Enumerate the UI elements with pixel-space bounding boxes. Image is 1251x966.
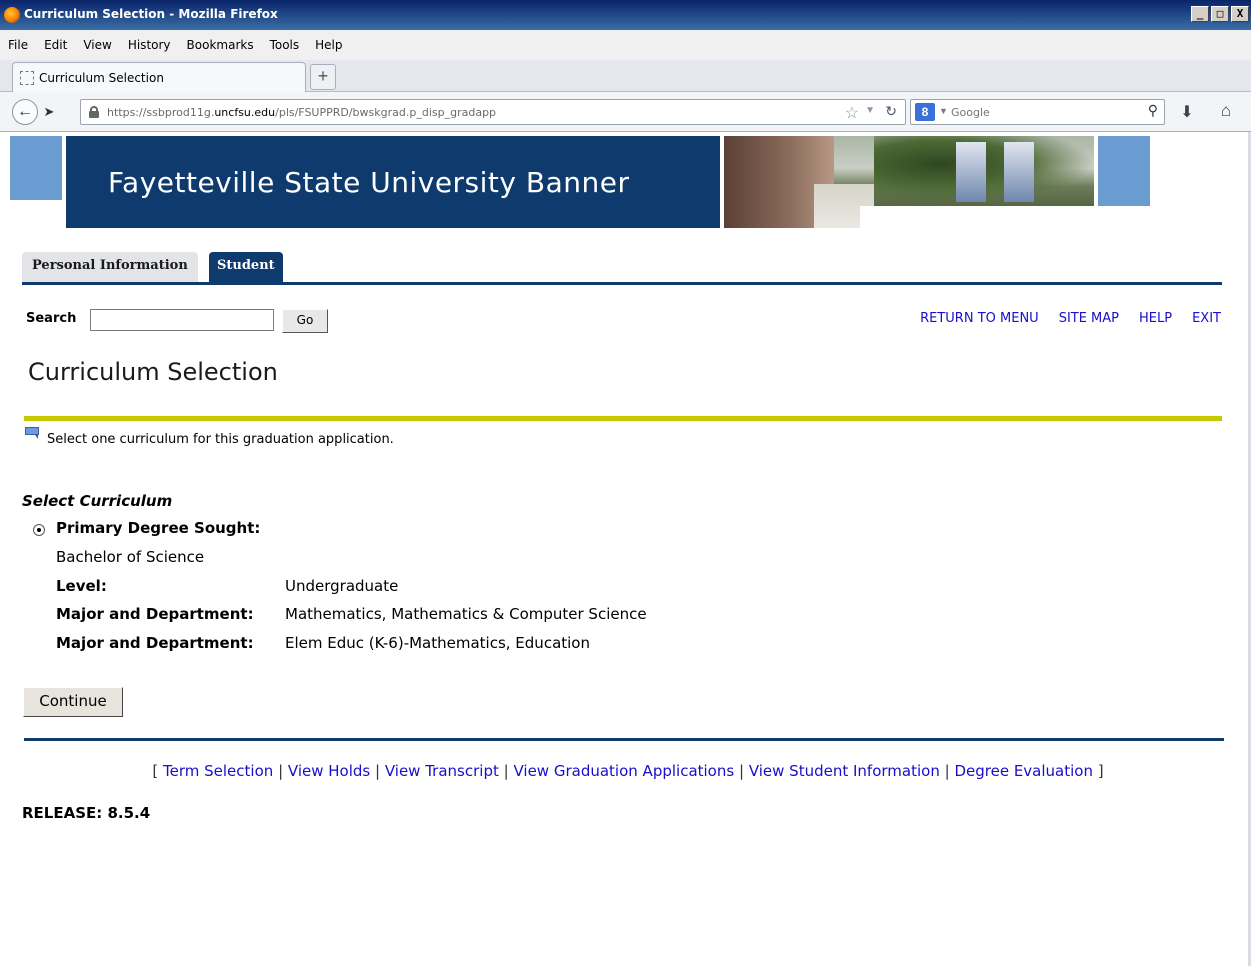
menu-help[interactable]: Help	[311, 38, 346, 52]
tab-personal-information[interactable]: Personal Information	[22, 252, 198, 282]
menu-edit[interactable]: Edit	[40, 38, 71, 52]
history-dropdown-icon[interactable]: ▼	[865, 105, 875, 116]
window-title: Curriculum Selection - Mozilla Firefox	[24, 7, 278, 21]
nav-bar: ← ➤ https://ssbprod11g.uncfsu.edu/pls/FS…	[0, 92, 1251, 132]
engine-dropdown-icon[interactable]: ▼	[939, 106, 948, 116]
lock-icon	[89, 106, 99, 118]
left-edge	[0, 132, 10, 966]
web-search-input[interactable]	[951, 103, 1131, 121]
level-label: Level:	[56, 577, 107, 595]
menu-bookmarks[interactable]: Bookmarks	[183, 38, 258, 52]
search-bar: 8 ▼ ⚲	[910, 99, 1165, 125]
search-input[interactable]	[90, 309, 274, 331]
firefox-icon	[4, 7, 20, 23]
release-version: RELEASE: 8.5.4	[22, 804, 151, 822]
primary-degree-radio[interactable]	[33, 524, 45, 536]
return-to-menu-link[interactable]: RETURN TO MENU	[920, 311, 1039, 326]
tab-underline	[22, 282, 1222, 285]
window-titlebar[interactable]: Curriculum Selection - Mozilla Firefox _…	[0, 0, 1251, 30]
info-text: Select one curriculum for this graduatio…	[47, 432, 394, 447]
view-transcript-link[interactable]: View Transcript	[385, 762, 499, 780]
browser-tab-label: Curriculum Selection	[39, 71, 164, 85]
exit-link[interactable]: EXIT	[1192, 311, 1221, 326]
tab-student[interactable]: Student	[209, 252, 283, 282]
primary-degree-label: Primary Degree Sought:	[56, 519, 261, 537]
window-controls: _ □ X	[1191, 6, 1249, 22]
maximize-button[interactable]: □	[1211, 6, 1229, 22]
title-divider	[24, 416, 1222, 421]
info-bubble-icon	[25, 427, 39, 439]
menu-history[interactable]: History	[124, 38, 175, 52]
major-label: Major and Department:	[56, 634, 254, 652]
google-icon[interactable]: 8	[915, 103, 935, 121]
top-links: RETURN TO MENU SITE MAP HELP EXIT	[920, 311, 1221, 326]
page-icon	[20, 71, 34, 85]
banner-header: Fayetteville State University Banner	[66, 136, 720, 228]
view-holds-link[interactable]: View Holds	[288, 762, 370, 780]
site-map-link[interactable]: SITE MAP	[1059, 311, 1119, 326]
menu-tools[interactable]: Tools	[266, 38, 304, 52]
term-selection-link[interactable]: Term Selection	[163, 762, 273, 780]
major-label: Major and Department:	[56, 605, 254, 623]
level-value: Undergraduate	[285, 577, 399, 595]
minimize-button[interactable]: _	[1191, 6, 1209, 22]
reload-icon[interactable]: ↻	[885, 103, 897, 120]
degree-value: Bachelor of Science	[56, 548, 205, 566]
bottom-links: [ Term Selection | View Holds | View Tra…	[152, 762, 1104, 780]
browser-tab[interactable]: Curriculum Selection	[12, 62, 306, 92]
url-bar[interactable]: https://ssbprod11g.uncfsu.edu/pls/FSUPPR…	[80, 99, 906, 125]
major-value: Elem Educ (K-6)-Mathematics, Education	[285, 634, 590, 652]
home-icon[interactable]: ⌂	[1214, 101, 1238, 123]
degree-evaluation-link[interactable]: Degree Evaluation	[954, 762, 1093, 780]
campus-photo	[724, 136, 1094, 228]
search-label: Search	[26, 311, 77, 326]
major-value: Mathematics, Mathematics & Computer Scie…	[285, 605, 647, 623]
help-link[interactable]: HELP	[1139, 311, 1172, 326]
download-icon[interactable]: ⬇	[1176, 102, 1198, 122]
url-text[interactable]: https://ssbprod11g.uncfsu.edu/pls/FSUPPR…	[107, 106, 496, 119]
select-curriculum-heading: Select Curriculum	[22, 492, 173, 510]
new-tab-button[interactable]: +	[310, 64, 336, 90]
banner-accent-right	[1098, 136, 1150, 206]
close-button[interactable]: X	[1231, 6, 1249, 22]
magnifier-icon[interactable]: ⚲	[1148, 102, 1158, 119]
view-student-information-link[interactable]: View Student Information	[749, 762, 940, 780]
page-title: Curriculum Selection	[28, 358, 278, 386]
tab-strip: Curriculum Selection +	[0, 60, 1251, 92]
go-button[interactable]: Go	[282, 309, 328, 333]
forward-arrow-icon: ➤	[43, 104, 55, 119]
back-button[interactable]: ←	[12, 99, 38, 125]
forward-button[interactable]: ➤	[40, 103, 58, 121]
menu-bar: File Edit View History Bookmarks Tools H…	[0, 30, 1251, 60]
back-arrow-icon: ←	[17, 103, 33, 120]
menu-view[interactable]: View	[79, 38, 115, 52]
continue-button[interactable]: Continue	[23, 687, 123, 717]
bookmark-star-icon[interactable]: ☆	[845, 103, 859, 123]
bottom-divider	[24, 738, 1224, 741]
banner-accent-left	[10, 136, 62, 200]
banner-title: Fayetteville State University Banner	[108, 166, 630, 199]
menu-file[interactable]: File	[4, 38, 32, 52]
view-graduation-applications-link[interactable]: View Graduation Applications	[513, 762, 734, 780]
page-content: Fayetteville State University Banner Per…	[10, 132, 1251, 966]
